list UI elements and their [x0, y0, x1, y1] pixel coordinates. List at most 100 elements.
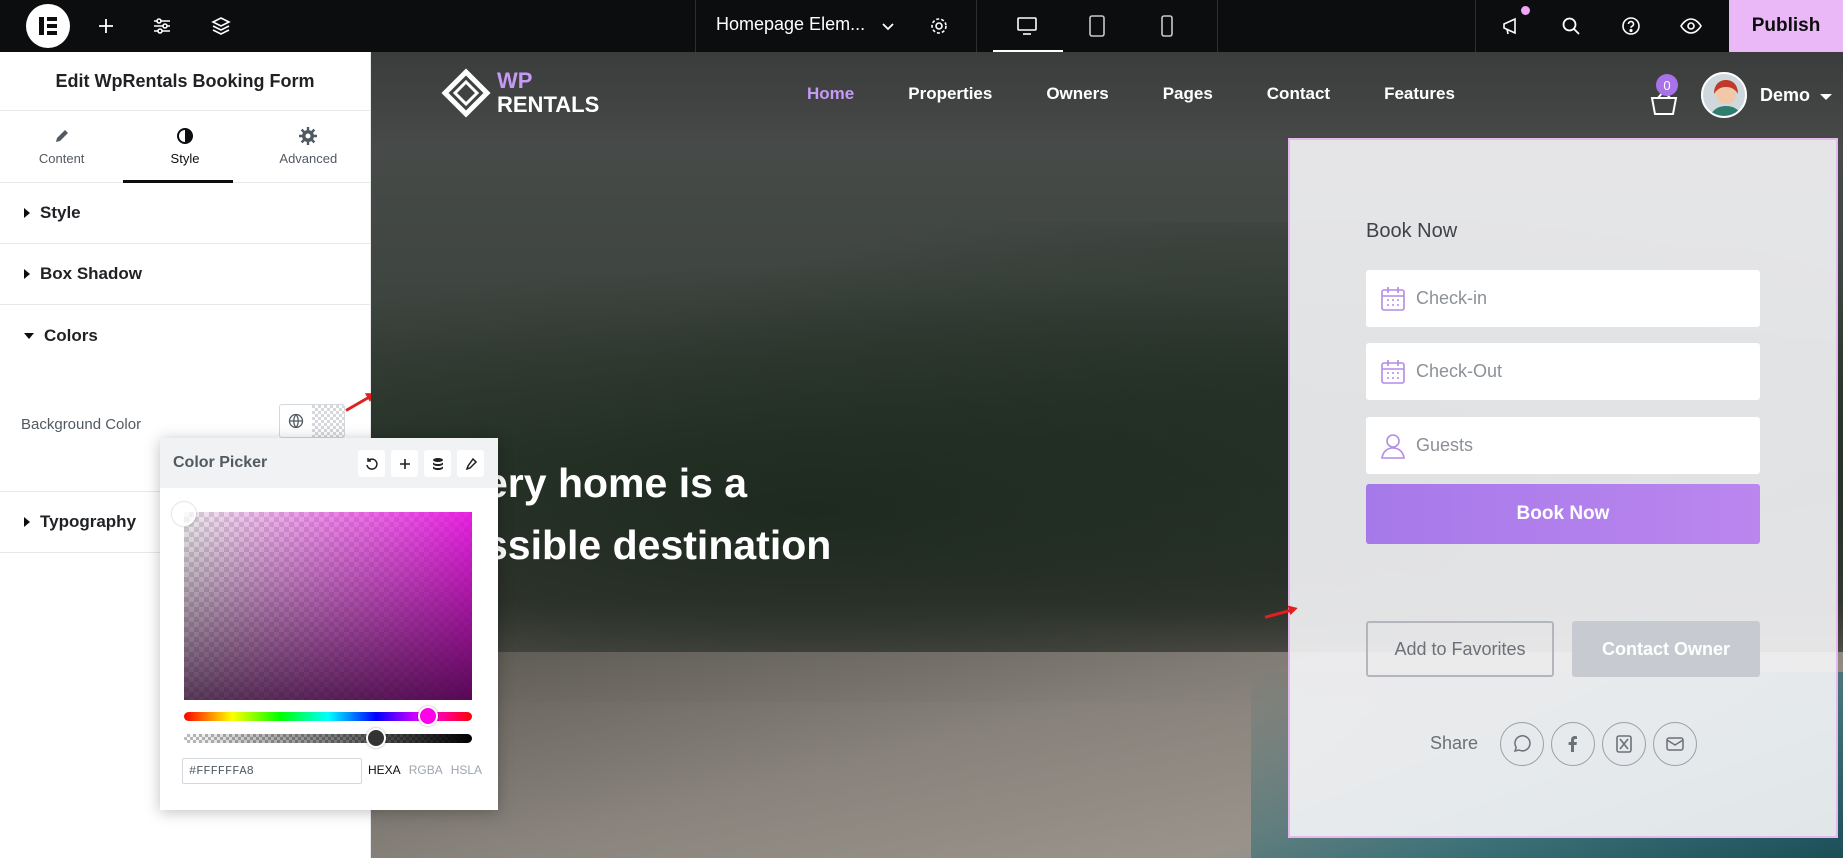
panel-tabs: Content Style Advanced [0, 111, 370, 183]
database-icon[interactable] [424, 450, 451, 477]
cart-button[interactable]: 0 [1646, 74, 1682, 118]
eye-icon[interactable] [1677, 12, 1705, 40]
globe-icon [288, 413, 304, 429]
opacity-handle[interactable] [366, 728, 386, 748]
tab-style[interactable]: Style [123, 111, 246, 182]
color-picker-header: Color Picker [160, 438, 498, 488]
desktop-icon[interactable] [1013, 12, 1041, 40]
checkout-field[interactable]: Check-Out [1366, 343, 1760, 400]
plus-icon[interactable] [92, 12, 120, 40]
email-icon[interactable] [1653, 722, 1697, 766]
section-label: Box Shadow [40, 264, 143, 283]
divider [976, 0, 977, 52]
booking-form-title: Book Now [1366, 220, 1458, 242]
caret-down-icon[interactable] [1820, 94, 1832, 100]
user-icon [1381, 433, 1405, 459]
eyedropper-icon[interactable] [457, 450, 484, 477]
share-label: Share [1430, 733, 1479, 753]
pencil-icon [55, 130, 68, 142]
reset-icon[interactable] [358, 450, 385, 477]
hero-line-2: ssible destination [485, 522, 832, 568]
color-swatch-button[interactable] [312, 405, 344, 437]
booking-form-widget[interactable]: Book Now Check-in Check-Out Guests Book … [1288, 138, 1838, 838]
search-icon[interactable] [1557, 12, 1585, 40]
logo-text: WP RENTALS [497, 69, 599, 117]
caret-right-icon [24, 269, 30, 279]
book-now-button[interactable]: Book Now [1366, 484, 1760, 544]
saturation-handle[interactable] [172, 502, 196, 526]
sliders-icon[interactable] [148, 12, 176, 40]
whatsapp-icon[interactable] [1500, 722, 1544, 766]
nav-contact[interactable]: Contact [1267, 84, 1330, 104]
hero-heading: ery home is a ssible destination [485, 452, 831, 576]
editor-topbar: Homepage Elem... Publish [0, 0, 1843, 52]
section-colors[interactable]: Colors [0, 305, 370, 366]
caret-right-icon [24, 517, 30, 527]
avatar[interactable] [1701, 72, 1747, 118]
site-logo[interactable]: WP RENTALS [441, 68, 599, 118]
section-style[interactable]: Style [0, 183, 370, 244]
user-name[interactable]: Demo [1760, 85, 1810, 106]
hex-input[interactable] [182, 758, 362, 784]
checkin-field[interactable]: Check-in [1366, 270, 1760, 327]
format-rgba[interactable]: RGBA [409, 763, 443, 777]
saturation-value-area[interactable] [184, 512, 472, 700]
tab-content[interactable]: Content [0, 111, 123, 182]
facebook-icon[interactable] [1551, 722, 1595, 766]
hue-handle[interactable] [418, 706, 438, 726]
guests-field[interactable]: Guests [1366, 417, 1760, 474]
document-title[interactable]: Homepage Elem... [716, 14, 865, 35]
help-icon[interactable] [1617, 12, 1645, 40]
tab-advanced[interactable]: Advanced [247, 111, 370, 182]
format-hexa[interactable]: HEXA [368, 763, 401, 777]
add-to-favorites-button[interactable]: Add to Favorites [1366, 621, 1554, 677]
notification-dot [1521, 6, 1530, 15]
tab-label: Content [38, 151, 85, 166]
elementor-logo-icon[interactable] [26, 4, 70, 48]
nav-home[interactable]: Home [807, 84, 854, 104]
opacity-slider[interactable] [184, 734, 472, 743]
diamond-logo-icon [441, 68, 491, 118]
caret-right-icon [24, 208, 30, 218]
divider [695, 0, 696, 52]
gear-icon[interactable] [925, 12, 953, 40]
background-color-label: Background Color [21, 416, 142, 433]
active-tab-indicator [123, 180, 233, 183]
checkout-placeholder: Check-Out [1416, 361, 1503, 381]
plus-icon[interactable] [391, 450, 418, 477]
nav-owners[interactable]: Owners [1046, 84, 1108, 104]
cart-count-badge: 0 [1656, 74, 1678, 96]
color-picker-title: Color Picker [173, 454, 268, 471]
section-box-shadow[interactable]: Box Shadow [0, 244, 370, 305]
logo-text-wp: WP [497, 68, 533, 93]
half-circle-icon [176, 128, 193, 144]
tablet-icon[interactable] [1083, 12, 1111, 40]
tab-label: Advanced [279, 151, 338, 166]
divider [1217, 0, 1218, 52]
calendar-icon [1381, 359, 1405, 384]
global-colors-button[interactable] [280, 405, 312, 437]
divider [1475, 0, 1476, 52]
guests-placeholder: Guests [1416, 435, 1474, 455]
main-navigation: Home Properties Owners Pages Contact Fea… [807, 84, 1455, 104]
chevron-down-icon[interactable] [874, 12, 902, 40]
section-label: Colors [44, 325, 98, 345]
contact-owner-button[interactable]: Contact Owner [1572, 621, 1760, 677]
nav-features[interactable]: Features [1384, 84, 1455, 104]
gear-icon [299, 127, 318, 145]
x-twitter-icon[interactable] [1602, 722, 1646, 766]
megaphone-icon[interactable] [1498, 12, 1526, 40]
layers-icon[interactable] [207, 12, 235, 40]
tab-label: Style [170, 151, 200, 166]
background-color-control [279, 404, 345, 438]
publish-button[interactable]: Publish [1729, 0, 1843, 52]
nav-properties[interactable]: Properties [908, 84, 992, 104]
nav-pages[interactable]: Pages [1163, 84, 1213, 104]
format-hsla[interactable]: HSLA [451, 763, 482, 777]
hero-line-1: ery home is a [485, 460, 748, 506]
color-format-switch: HEXA RGBA HSLA [368, 763, 482, 777]
page-preview: WP RENTALS Home Properties Owners Pages … [371, 52, 1843, 858]
section-label: Typography [40, 512, 137, 531]
color-picker-popover: Color Picker HEXA RGBA HSLA [160, 438, 498, 810]
mobile-icon[interactable] [1153, 12, 1181, 40]
